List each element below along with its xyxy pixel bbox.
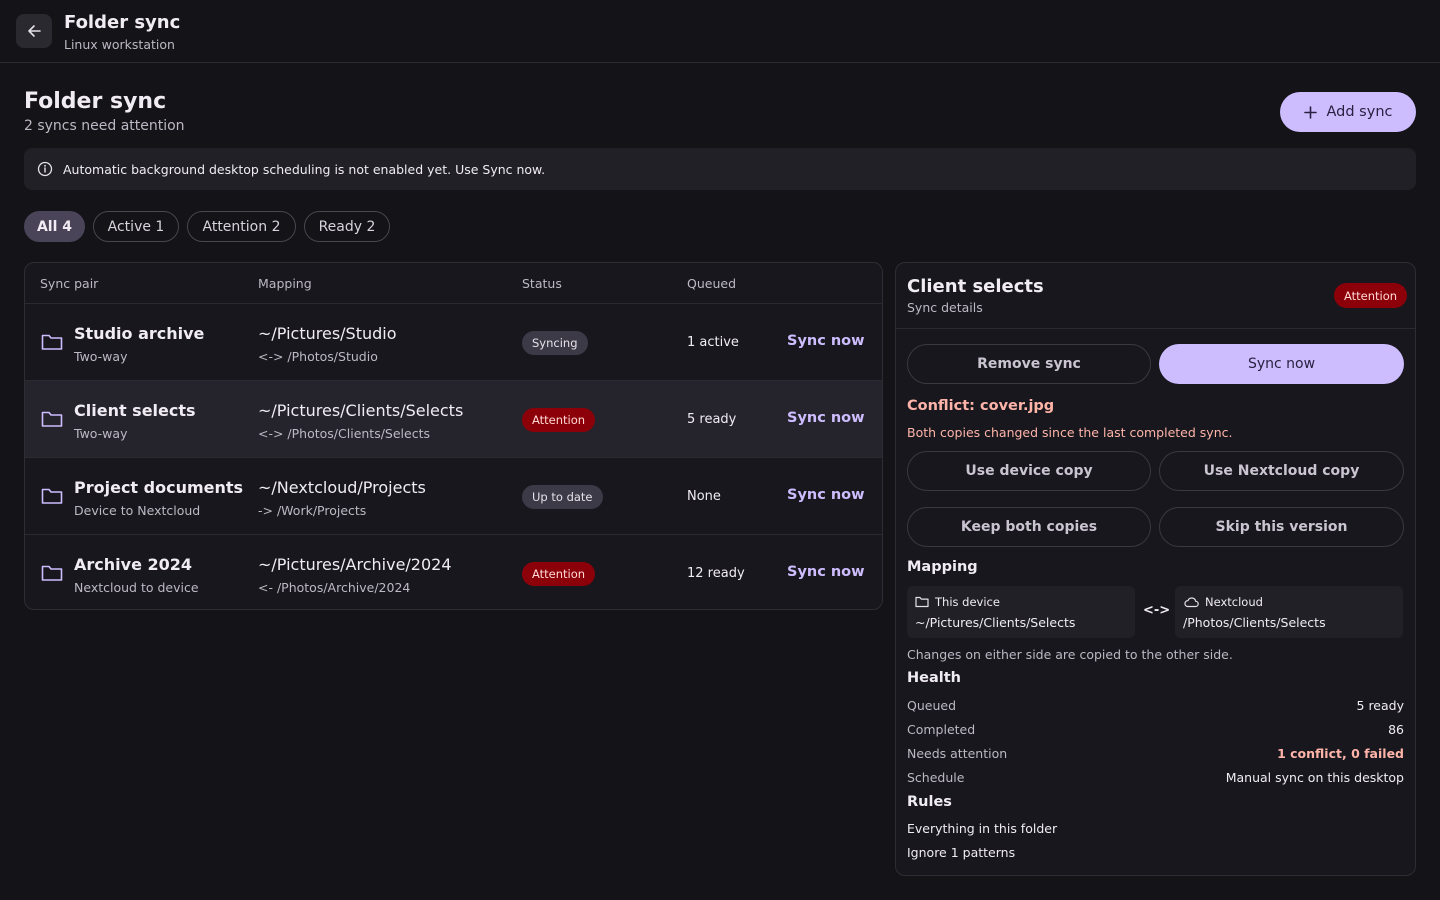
status-badge: Attention [522, 408, 596, 432]
sync-pair-name: Client selects [74, 401, 196, 420]
status-badge: Up to date [522, 485, 603, 509]
local-path: ~/Pictures/Archive/2024 [258, 555, 452, 574]
completed-value: 86 [1388, 722, 1404, 737]
app-subtitle: Linux workstation [64, 37, 175, 52]
filter-chip-active[interactable]: Active 1 [93, 211, 179, 242]
details-title: Client selects [907, 276, 1044, 297]
conflict-title: Conflict: cover.jpg [907, 398, 1055, 414]
details-divider [896, 328, 1415, 329]
local-mapping-path: ~/Pictures/Clients/Selects [915, 615, 1076, 630]
table-row[interactable]: Archive 2024 Nextcloud to device ~/Pictu… [25, 535, 882, 609]
remote-mapping-card: Nextcloud /Photos/Clients/Selects [1175, 586, 1403, 638]
filter-chip-attention[interactable]: Attention 2 [187, 211, 296, 242]
mapping-direction: <-> [1143, 603, 1171, 618]
sync-now-button[interactable]: Sync now [787, 410, 865, 426]
plus-icon [1303, 105, 1317, 119]
filter-chip-ready[interactable]: Ready 2 [304, 211, 390, 242]
rules-heading: Rules [907, 794, 952, 810]
remote-path: <-> /Photos/Clients/Selects [258, 426, 431, 441]
use-nextcloud-copy-button[interactable]: Use Nextcloud copy [1159, 451, 1404, 491]
sync-direction: Two-way [74, 349, 128, 364]
local-path: ~/Pictures/Clients/Selects [258, 401, 464, 420]
cloud-icon [1184, 597, 1199, 608]
sync-pair-name: Studio archive [74, 324, 205, 343]
folder-icon [41, 488, 63, 504]
info-text: Automatic background desktop scheduling … [63, 161, 546, 177]
sync-now-button[interactable]: Sync now [1159, 344, 1404, 384]
conflict-description: Both copies changed since the last compl… [907, 425, 1233, 440]
needs-attention-value: 1 conflict, 0 failed [1277, 746, 1404, 761]
filter-chip-all[interactable]: All 4 [24, 211, 85, 242]
status-badge: Attention [522, 562, 596, 586]
remove-sync-button[interactable]: Remove sync [907, 344, 1151, 384]
sync-direction: Device to Nextcloud [74, 503, 201, 518]
sync-details-panel: Client selects Sync details Attention Re… [895, 262, 1416, 876]
schedule-label: Schedule [907, 770, 965, 785]
column-header-sync-pair: Sync pair [40, 276, 99, 291]
remote-mapping-header: Nextcloud [1183, 595, 1263, 609]
remote-path: <-> /Photos/Studio [258, 349, 378, 364]
table-row[interactable]: Studio archive Two-way ~/Pictures/Studio… [25, 304, 882, 381]
status-badge: Attention [1334, 283, 1408, 308]
remote-mapping-label: Nextcloud [1205, 595, 1263, 609]
rule-ignore: Ignore 1 patterns [907, 845, 1016, 860]
sync-pair-name: Project documents [74, 478, 244, 497]
local-path: ~/Nextcloud/Projects [258, 478, 426, 497]
app-title: Folder sync [64, 12, 181, 33]
back-button[interactable] [16, 14, 52, 48]
needs-attention-label: Needs attention [907, 746, 1008, 761]
local-path: ~/Pictures/Studio [258, 324, 397, 343]
queued-value: 5 ready [1356, 698, 1404, 713]
folder-icon [41, 334, 63, 350]
page-title: Folder sync [24, 89, 167, 114]
remote-path: -> /Work/Projects [258, 503, 367, 518]
completed-label: Completed [907, 722, 976, 737]
use-device-copy-button[interactable]: Use device copy [907, 451, 1151, 491]
queued-count: 12 ready [687, 566, 745, 581]
add-sync-button[interactable]: Add sync [1280, 92, 1416, 132]
queued-label: Queued [907, 698, 956, 713]
column-header-queued: Queued [687, 276, 736, 291]
queued-count: 1 active [687, 335, 739, 350]
keep-both-copies-button[interactable]: Keep both copies [907, 507, 1151, 547]
remote-path: <- /Photos/Archive/2024 [258, 580, 411, 595]
top-app-bar: Folder sync Linux workstation [0, 0, 1440, 63]
sync-table: Sync pair Mapping Status Queued Studio a… [24, 262, 883, 610]
folder-icon [41, 565, 63, 581]
local-mapping-card: This device ~/Pictures/Clients/Selects [907, 586, 1135, 638]
info-banner: Automatic background desktop scheduling … [24, 148, 1416, 190]
column-header-mapping: Mapping [258, 276, 312, 291]
sync-direction: Two-way [74, 426, 128, 441]
sync-direction: Nextcloud to device [74, 580, 199, 595]
folder-icon [915, 596, 929, 608]
arrow-left-icon [28, 25, 41, 37]
sync-now-button[interactable]: Sync now [787, 564, 865, 580]
add-sync-label: Add sync [1326, 104, 1393, 120]
remote-mapping-path: /Photos/Clients/Selects [1183, 615, 1326, 630]
sync-now-button[interactable]: Sync now [787, 487, 865, 503]
health-heading: Health [907, 670, 961, 686]
skip-this-version-button[interactable]: Skip this version [1159, 507, 1404, 547]
sync-pair-name: Archive 2024 [74, 555, 193, 574]
column-header-status: Status [522, 276, 562, 291]
status-badge: Syncing [522, 331, 588, 355]
schedule-value: Manual sync on this desktop [1225, 770, 1404, 785]
info-icon [37, 161, 53, 177]
queued-count: None [687, 489, 721, 504]
local-mapping-label: This device [935, 595, 1000, 609]
table-row[interactable]: Project documents Device to Nextcloud ~/… [25, 458, 882, 535]
local-mapping-header: This device [915, 595, 1000, 609]
queued-count: 5 ready [687, 412, 737, 427]
rule-scope: Everything in this folder [907, 821, 1058, 836]
mapping-heading: Mapping [907, 559, 978, 575]
table-row[interactable]: Client selects Two-way ~/Pictures/Client… [25, 381, 882, 458]
page-subtitle: 2 syncs need attention [24, 118, 185, 134]
details-subtitle: Sync details [907, 300, 983, 315]
folder-icon [41, 411, 63, 427]
sync-now-button[interactable]: Sync now [787, 333, 865, 349]
mapping-description: Changes on either side are copied to the… [907, 647, 1233, 662]
